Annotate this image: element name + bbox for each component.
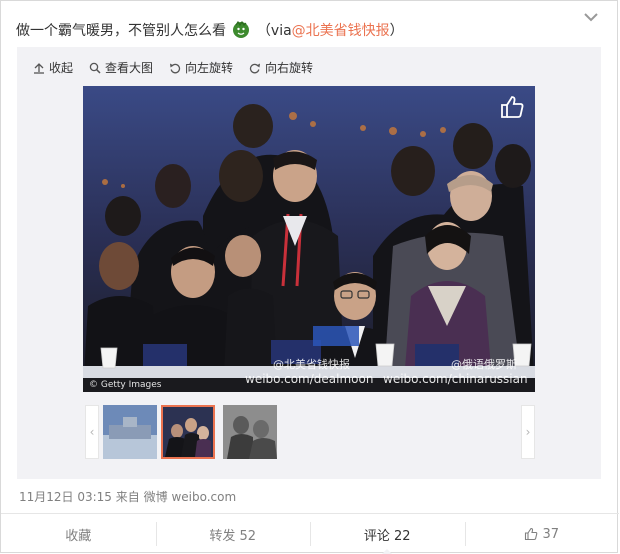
photo-credit: © Getty Images — [89, 380, 162, 390]
rotate-right-icon — [249, 63, 261, 73]
thumbnail-1[interactable] — [103, 405, 157, 459]
rotate-left-label: 向左旋转 — [185, 61, 234, 75]
via-user-link[interactable]: @北美省钱快报 — [292, 23, 390, 39]
via-open: （via — [256, 23, 292, 39]
chevron-left-icon: ‹ — [89, 425, 95, 439]
watermark-url-dealmoon: weibo.com/dealmoon — [245, 372, 374, 386]
thumbnail-2-image — [163, 407, 213, 457]
post-timestamp[interactable]: 11月12日 03:15 — [19, 490, 112, 504]
source-domain-link[interactable]: weibo.com — [171, 490, 236, 504]
thumb-next-button[interactable]: › — [521, 405, 535, 459]
repost-label: 转发 52 — [209, 528, 257, 544]
thumbnail-1-image — [103, 405, 157, 459]
source-prefix: 来自 — [115, 490, 140, 504]
repost-button[interactable]: 转发 52 — [155, 514, 311, 554]
watermark-handle-dealmoon: @北美省钱快报 — [273, 358, 350, 371]
favorite-label: 收藏 — [65, 528, 92, 544]
post-meta: 11月12日 03:15 来自 微博 weibo.com — [19, 488, 236, 505]
action-bar: 收藏 转发 52 评论 22 37 — [1, 513, 619, 554]
rotate-right-button[interactable]: 向右旋转 — [249, 59, 313, 76]
watermark-handle-chinarussian: @俄语俄罗斯 — [451, 358, 517, 371]
rotate-left-icon — [170, 63, 181, 73]
green-face-emoji-icon — [233, 21, 250, 38]
thumbnail-2-selected[interactable] — [161, 405, 215, 459]
rotate-right-label: 向右旋转 — [265, 61, 314, 75]
thumbnail-3-image — [223, 405, 277, 459]
rotate-left-button[interactable]: 向左旋转 — [169, 59, 233, 76]
collapse-label: 收起 — [49, 61, 74, 75]
comment-button[interactable]: 评论 22 — [310, 514, 465, 554]
view-large-button[interactable]: 查看大图 — [89, 59, 153, 76]
magnifier-icon — [89, 62, 101, 74]
comment-label: 评论 22 — [363, 528, 411, 544]
image-toolbar: 收起 查看大图 向左旋转 向右旋转 — [33, 59, 329, 76]
thumbnail-strip: ‹ › — [85, 405, 535, 459]
like-count: 37 — [542, 526, 560, 542]
via-close: ） — [389, 23, 404, 39]
collapse-button[interactable]: 收起 — [33, 59, 73, 76]
watermark-url-chinarussian: weibo.com/chinarussian — [383, 372, 528, 386]
like-button[interactable]: 37 — [464, 514, 620, 554]
collapse-icon — [34, 62, 44, 74]
thumbs-up-small-icon — [525, 527, 538, 541]
view-large-label: 查看大图 — [105, 61, 154, 75]
chevron-down-icon[interactable] — [583, 11, 599, 23]
favorite-button[interactable]: 收藏 — [1, 514, 156, 554]
source-app-link[interactable]: 微博 — [144, 490, 168, 504]
photo-scene — [83, 86, 535, 392]
weibo-post-card: 做一个霸气暖男，不管别人怎么看 （via@北美省钱快报） 收起 查看大图 向左旋… — [0, 0, 619, 554]
post-text: 做一个霸气暖男，不管别人怎么看 （via@北美省钱快报） — [16, 21, 404, 40]
post-body: 做一个霸气暖男，不管别人怎么看 — [16, 23, 226, 39]
thumbs-up-icon[interactable] — [499, 94, 525, 120]
media-expanded-panel: 收起 查看大图 向左旋转 向右旋转 @北美省钱快报 @俄语俄罗斯 weibo.c… — [17, 47, 601, 479]
thumbnail-3[interactable] — [223, 405, 277, 459]
chevron-right-icon: › — [525, 425, 531, 439]
main-photo[interactable]: @北美省钱快报 @俄语俄罗斯 weibo.com/dealmoon weibo.… — [83, 86, 535, 392]
thumb-prev-button[interactable]: ‹ — [85, 405, 99, 459]
